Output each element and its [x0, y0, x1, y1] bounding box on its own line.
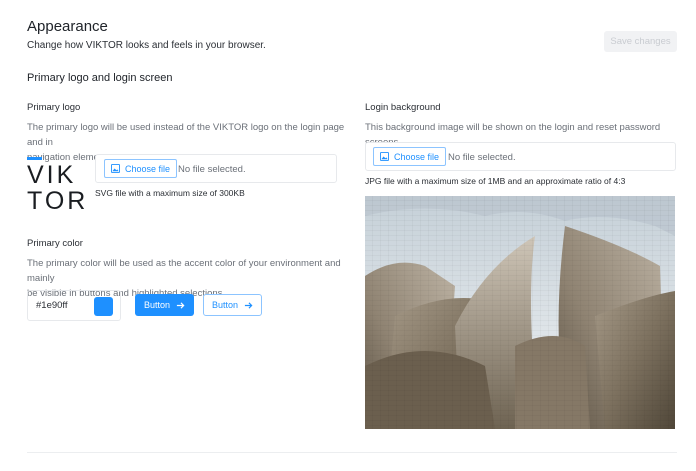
- login-background-hint: JPG file with a maximum size of 1MB and …: [365, 176, 626, 186]
- button-preview-filled[interactable]: Button: [135, 294, 194, 316]
- primary-color-label: Primary color: [27, 238, 83, 249]
- login-background-file-input[interactable]: Choose file No file selected.: [365, 142, 676, 171]
- arrow-right-icon: [244, 301, 253, 310]
- no-file-text: No file selected.: [448, 152, 516, 163]
- button-preview-outline[interactable]: Button: [203, 294, 262, 316]
- login-background-label: Login background: [365, 102, 441, 113]
- primary-logo-hint: SVG file with a maximum size of 300KB: [95, 188, 245, 198]
- primary-color-input[interactable]: #1e90ff: [27, 290, 121, 321]
- arrow-right-icon: [176, 301, 185, 310]
- logo-text-top: VIK: [27, 161, 76, 189]
- primary-logo-file-input[interactable]: Choose file No file selected.: [95, 154, 337, 183]
- image-icon: [111, 164, 120, 173]
- section-title: Primary logo and login screen: [27, 72, 173, 84]
- primary-logo-choose-file-button[interactable]: Choose file: [104, 159, 178, 178]
- color-value[interactable]: #1e90ff: [36, 300, 68, 311]
- no-file-text: No file selected.: [178, 164, 246, 175]
- login-background-preview-image: [365, 196, 675, 429]
- button-filled-label: Button: [143, 300, 171, 310]
- logo-text-bottom: TOR: [27, 187, 88, 210]
- color-swatch[interactable]: [94, 297, 113, 316]
- primary-color-description-line1: The primary color will be used as the ac…: [27, 258, 341, 284]
- page-title: Appearance: [27, 18, 108, 35]
- viktor-logo: VIK TOR: [27, 157, 89, 215]
- login-background-choose-file-button[interactable]: Choose file: [373, 147, 447, 166]
- save-changes-button[interactable]: Save changes: [604, 31, 677, 52]
- primary-logo-label: Primary logo: [27, 102, 81, 113]
- choose-file-label: Choose file: [125, 163, 171, 174]
- image-icon: [380, 152, 389, 161]
- primary-logo-description-line1: The primary logo will be used instead of…: [27, 122, 345, 148]
- button-outline-label: Button: [211, 300, 239, 310]
- page-subtitle: Change how VIKTOR looks and feels in you…: [27, 40, 266, 51]
- bottom-divider: [27, 452, 677, 453]
- choose-file-label: Choose file: [394, 151, 440, 162]
